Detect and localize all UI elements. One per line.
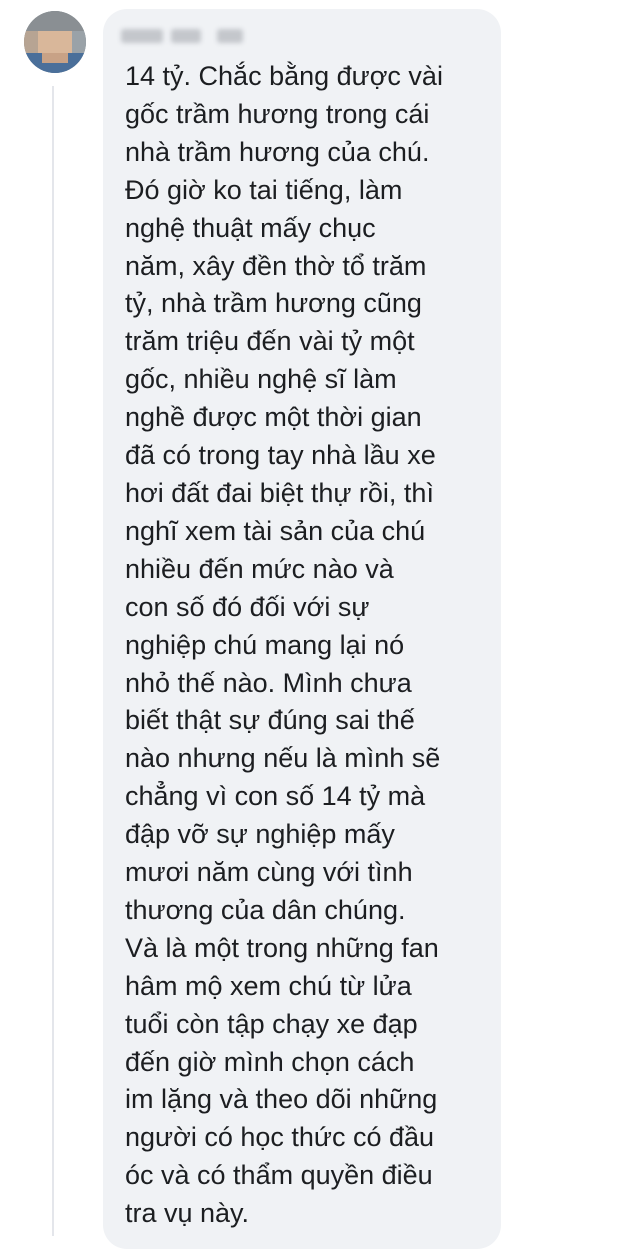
comment-text-line: con số đó đối với sự [125,591,370,622]
comment-bubble: 14 tỷ. Chắc bằng được vài gốc trầm hương … [103,9,501,1249]
comment-text-line: gốc, nhiều nghệ sĩ làm [125,364,397,395]
comment-text-line: nghệ thuật mấy chục [125,212,376,243]
comment-text-line: tỷ, nhà trầm hương cũng [125,288,422,319]
comment-text-line: đã có trong tay nhà lầu xe [125,440,436,471]
comment-text-line: nhiều đến mức nào và [125,553,394,584]
comment-text-line: tra vụ này. [125,1198,250,1229]
comment-text-line: người có học thức có đầu [125,1122,435,1153]
blurred-name-segment [171,29,201,43]
avatar-pixel-block [24,11,86,31]
comment-text-line: hơi đất đai biệt thự rồi, thì [125,477,434,508]
avatar-pixel-block [72,31,86,53]
comment-text-line: thương của dân chúng. [125,894,406,925]
comment-text-line: đập vỡ sự nghiệp mấy [125,819,395,850]
comment-text-line: nghiệp chú mang lại nó [125,629,405,660]
comment-text-line: nghề được một thời gian [125,402,422,433]
blurred-name-segment [217,29,243,43]
comment-text-line: chẳng vì con số 14 tỷ mà [125,781,426,812]
avatar-pixel-block [24,31,38,53]
avatar[interactable] [24,11,86,73]
comment-text-line: nhà trầm hương của chú. [125,136,430,167]
comment-text-line: 14 tỷ. Chắc bằng được vài [125,61,443,91]
comment-text-line: biết thật sự đúng sai thế [125,705,415,736]
reply-thread-line [52,86,54,1236]
comment-text-line: mươi năm cùng với tình [125,857,413,888]
avatar-pixel-block [38,31,72,53]
comment-text-line: nghĩ xem tài sản của chú [125,515,426,546]
comment-text-line: óc và có thẩm quyền điều [125,1160,433,1191]
avatar-pixel-block [42,53,68,63]
comment-text-line: hâm mộ xem chú từ lửa [125,970,412,1001]
comment-author-name[interactable] [121,23,251,49]
comment-text-line: năm, xây đền thờ tổ trăm [125,250,427,281]
comment-text: 14 tỷ. Chắc bằng được vài gốc trầm hương … [125,58,485,1233]
comment-text-line: Và là một trong những fan [125,932,439,963]
comment-text-line: nào nhưng nếu là mình sẽ [125,743,441,774]
comment-text-line: nhỏ thế nào. Mình chưa [125,667,412,698]
comment-text-line: im lặng và theo dõi những [125,1084,438,1115]
comment-text-line: Đó giờ ko tai tiếng, làm [125,174,403,205]
blurred-name-segment [121,29,163,43]
comment-text-line: tuổi còn tập chạy xe đạp [125,1008,418,1039]
comment-text-line: đến giờ mình chọn cách [125,1046,415,1077]
comment-text-line: trăm triệu đến vài tỷ một [125,326,415,357]
comment-text-line: gốc trầm hương trong cái [125,98,430,129]
